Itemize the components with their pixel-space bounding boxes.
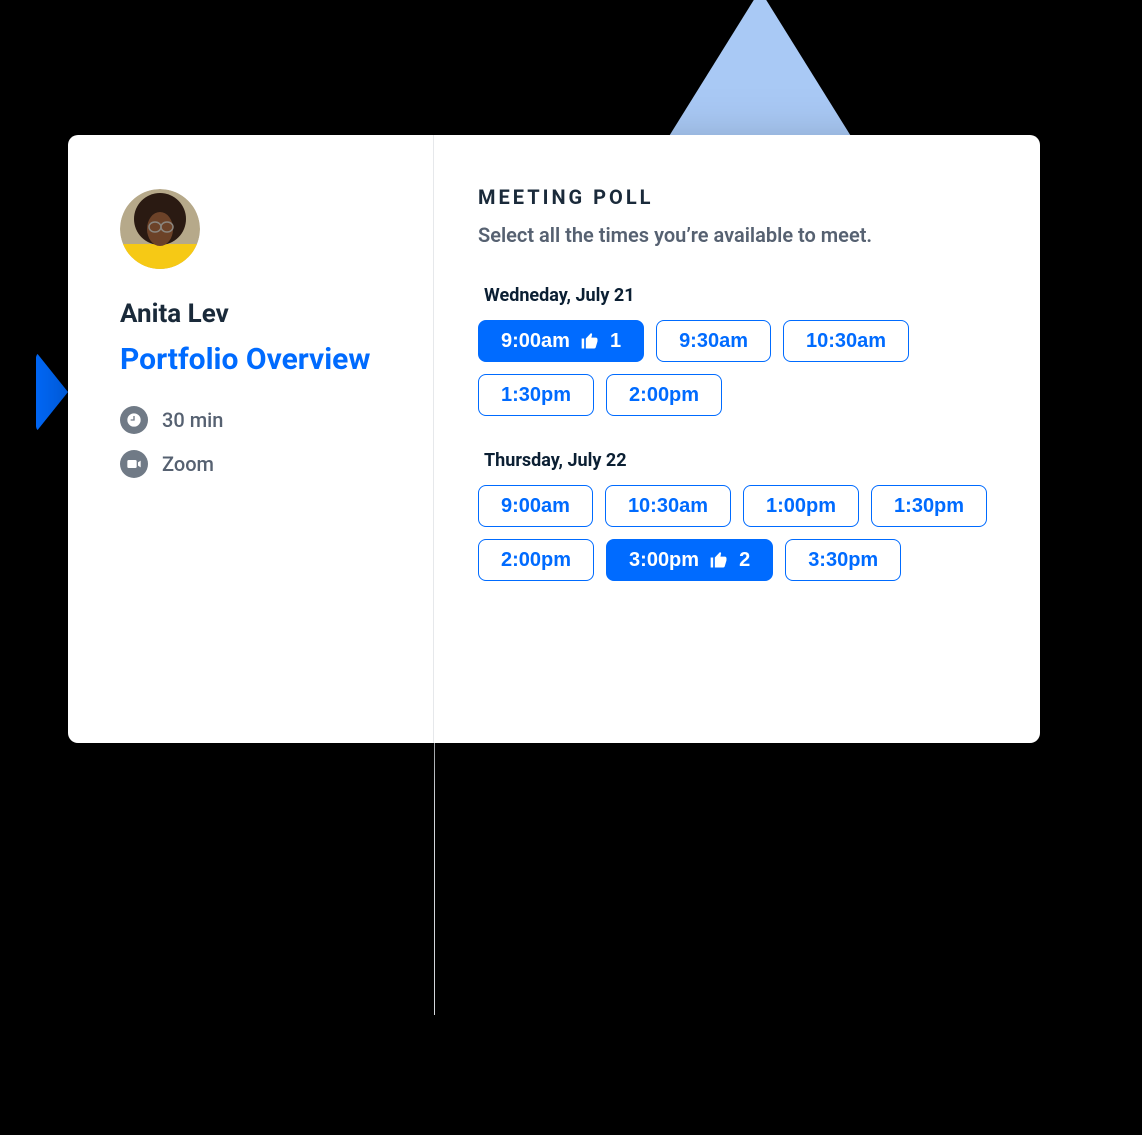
time-slot[interactable]: 2:00pm bbox=[478, 539, 594, 581]
poll-day-label: Wedneday, July 21 bbox=[484, 285, 996, 306]
meeting-title: Portfolio Overview bbox=[120, 343, 395, 378]
time-slot[interactable]: 3:00pm 2 bbox=[606, 539, 773, 581]
time-slot-label: 10:30am bbox=[806, 331, 886, 351]
time-slot-label: 3:00pm bbox=[629, 550, 699, 570]
poll-slot-row: 9:00am10:30am1:00pm1:30pm2:00pm3:00pm23:… bbox=[478, 485, 996, 581]
time-slot[interactable]: 1:00pm bbox=[743, 485, 859, 527]
duration-label: 30 min bbox=[162, 408, 223, 432]
time-slot-label: 1:30pm bbox=[894, 496, 964, 516]
meeting-poll-card: Anita Lev Portfolio Overview 30 min Zoom… bbox=[68, 135, 1040, 743]
clock-icon bbox=[120, 406, 148, 434]
poll-subheading: Select all the times you’re available to… bbox=[478, 223, 996, 247]
thumbs-up-icon bbox=[709, 550, 729, 570]
time-slot-label: 10:30am bbox=[628, 496, 708, 516]
host-avatar bbox=[120, 189, 200, 269]
time-slot-label: 3:30pm bbox=[808, 550, 878, 570]
time-slot-label: 1:00pm bbox=[766, 496, 836, 516]
thumbs-up-icon bbox=[580, 331, 600, 351]
poll-day: Thursday, July 22 9:00am 10:30am 1:00pm 1:30… bbox=[478, 450, 996, 581]
time-slot[interactable]: 9:00am 1 bbox=[478, 320, 644, 362]
time-slot[interactable]: 9:00am bbox=[478, 485, 593, 527]
poll-days-container: Wedneday, July 21 9:00am 1 9:30am 10:30am 1:3… bbox=[478, 285, 996, 581]
time-slot[interactable]: 10:30am bbox=[783, 320, 909, 362]
poll-pane: MEETING POLL Select all the times you’re… bbox=[434, 135, 1040, 743]
time-slot[interactable]: 3:30pm bbox=[785, 539, 901, 581]
time-slot-label: 9:00am bbox=[501, 331, 570, 351]
video-platform-label: Zoom bbox=[162, 452, 214, 476]
time-slot[interactable]: 2:00pm bbox=[606, 374, 722, 416]
time-slot-label: 9:30am bbox=[679, 331, 748, 351]
time-slot[interactable]: 10:30am bbox=[605, 485, 731, 527]
time-slot-votes: 2 bbox=[739, 550, 750, 570]
video-icon bbox=[120, 450, 148, 478]
poll-slot-row: 9:00am 1 9:30am 10:30am 1:30pm 2:00pm bbox=[478, 320, 996, 416]
video-row: Zoom bbox=[120, 450, 395, 478]
poll-day: Wedneday, July 21 9:00am 1 9:30am 10:30am 1:3… bbox=[478, 285, 996, 416]
time-slot[interactable]: 9:30am bbox=[656, 320, 771, 362]
time-slot-votes: 1 bbox=[610, 331, 621, 351]
time-slot-label: 9:00am bbox=[501, 496, 570, 516]
meeting-info-pane: Anita Lev Portfolio Overview 30 min Zoom bbox=[68, 135, 434, 743]
host-name: Anita Lev bbox=[120, 299, 395, 329]
time-slot-label: 2:00pm bbox=[629, 385, 699, 405]
time-slot-label: 1:30pm bbox=[501, 385, 571, 405]
time-slot[interactable]: 1:30pm bbox=[478, 374, 594, 416]
poll-heading: MEETING POLL bbox=[478, 185, 996, 209]
decorative-wedge bbox=[36, 352, 68, 432]
time-slot[interactable]: 1:30pm bbox=[871, 485, 987, 527]
duration-row: 30 min bbox=[120, 406, 395, 434]
time-slot-label: 2:00pm bbox=[501, 550, 571, 570]
poll-day-label: Thursday, July 22 bbox=[484, 450, 996, 471]
